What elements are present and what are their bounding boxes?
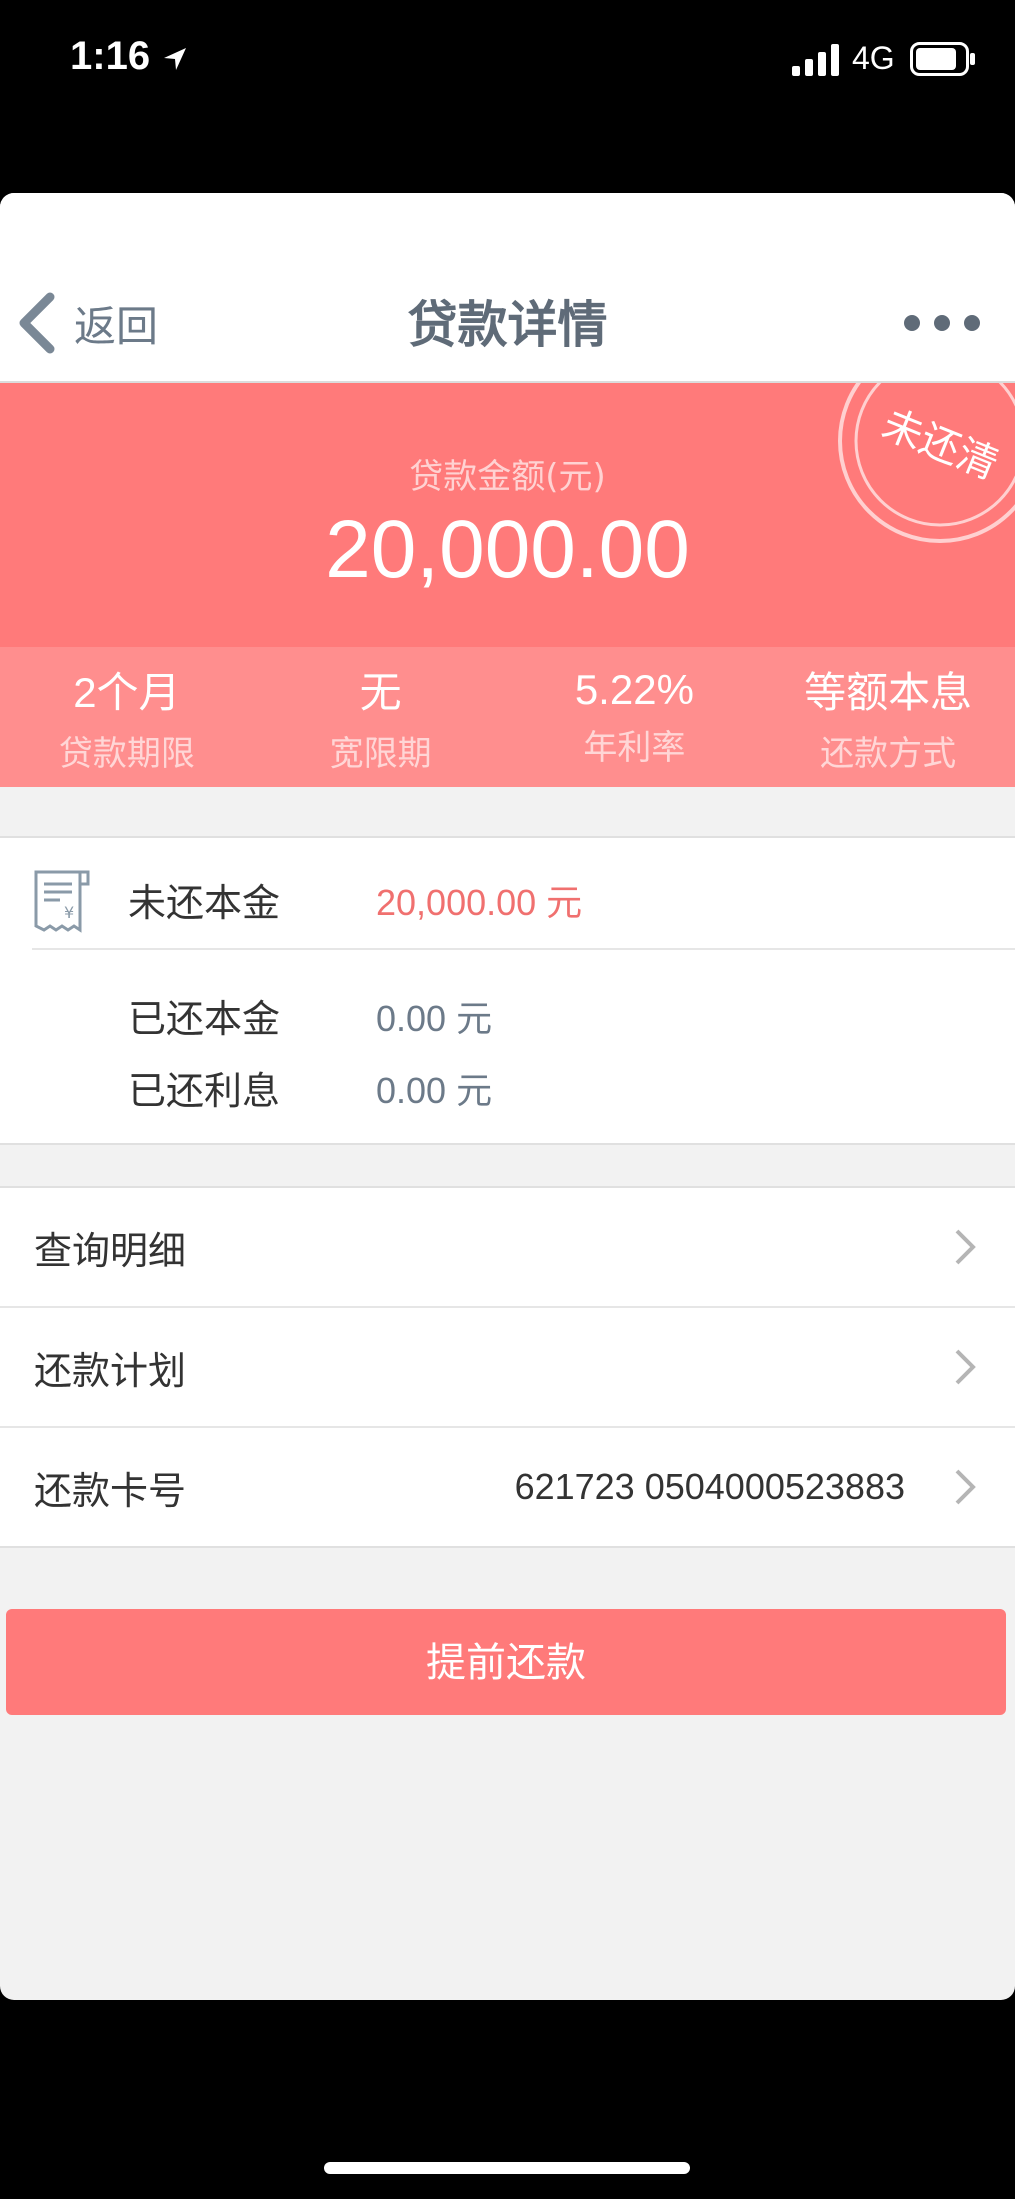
paid-interest-label: 已还利息 [128,1069,281,1113]
nav-bar: 返回 贷款详情 [0,193,1015,383]
chevron-right-icon [955,1469,976,1505]
stamp-circle-icon: 未还清 [838,383,1015,543]
receipt-icon: ¥ [34,870,90,933]
paid-principal-value: 0.00 元 [376,998,493,1039]
paid-interest-value: 0.00 元 [376,1070,493,1111]
menu-item-repayment-card[interactable]: 还款卡号 621723 0504000523883 [0,1428,1015,1546]
menu-item-label: 还款卡号 [34,1468,187,1513]
chevron-right-icon [955,1349,976,1385]
status-time: 1:16 [70,34,151,78]
stat-label: 年利率 [583,727,686,768]
repayment-card-number: 621723 0504000523883 [514,1466,905,1507]
home-indicator[interactable] [324,2162,690,2174]
status-bar: 1:16 4G [0,0,1015,130]
principal-summary: ¥ 未还本金 20,000.00 元 已还本金 0.00 元 已还利息 0.00… [0,836,1015,1145]
menu-item-label: 查询明细 [34,1228,187,1273]
stat-value: 无 [359,669,402,716]
stat-annual-rate: 5.22% 年利率 [508,647,762,787]
stamp-text: 未还清 [876,401,1004,489]
paid-principal-label: 已还本金 [128,997,281,1041]
stat-repayment-method: 等额本息 还款方式 [761,647,1015,787]
menu-item-repayment-plan[interactable]: 还款计划 [0,1308,1015,1428]
battery-icon [910,42,975,76]
stat-value: 等额本息 [804,669,973,716]
stat-label: 贷款期限 [58,734,195,774]
page-title: 贷款详情 [407,296,608,354]
app-screen: 返回 贷款详情 贷款金额(元) 20,000.00 未还清 2个月 贷款期限 无… [0,193,1015,2000]
stat-grace-period: 无 宽限期 [254,647,508,787]
location-arrow-icon [164,48,186,70]
loan-stats: 2个月 贷款期限 无 宽限期 5.22% 年利率 等额本息 还款方式 [0,647,1015,787]
prepay-button[interactable]: 提前还款 [6,1609,1006,1715]
unpaid-principal-value: 20,000.00 元 [376,882,583,923]
stat-value: 2个月 [73,669,181,716]
chevron-right-icon [955,1229,976,1265]
network-type: 4G [852,40,895,76]
more-dots-icon[interactable] [900,305,984,341]
menu-item-query-details[interactable]: 查询明细 [0,1188,1015,1308]
unpaid-stamp: 未还清 [820,383,1015,553]
svg-text:¥: ¥ [64,903,74,922]
signal-bars-icon [792,44,839,76]
stat-label: 还款方式 [820,734,957,774]
divider [32,948,1015,950]
menu-item-label: 还款计划 [34,1348,187,1393]
stat-label: 宽限期 [329,734,432,774]
unpaid-principal-label: 未还本金 [128,881,281,925]
stat-value: 5.22% [574,665,694,713]
loan-menu-list: 查询明细 还款计划 还款卡号 621723 0504000523883 [0,1186,1015,1548]
stat-term: 2个月 贷款期限 [0,647,254,787]
